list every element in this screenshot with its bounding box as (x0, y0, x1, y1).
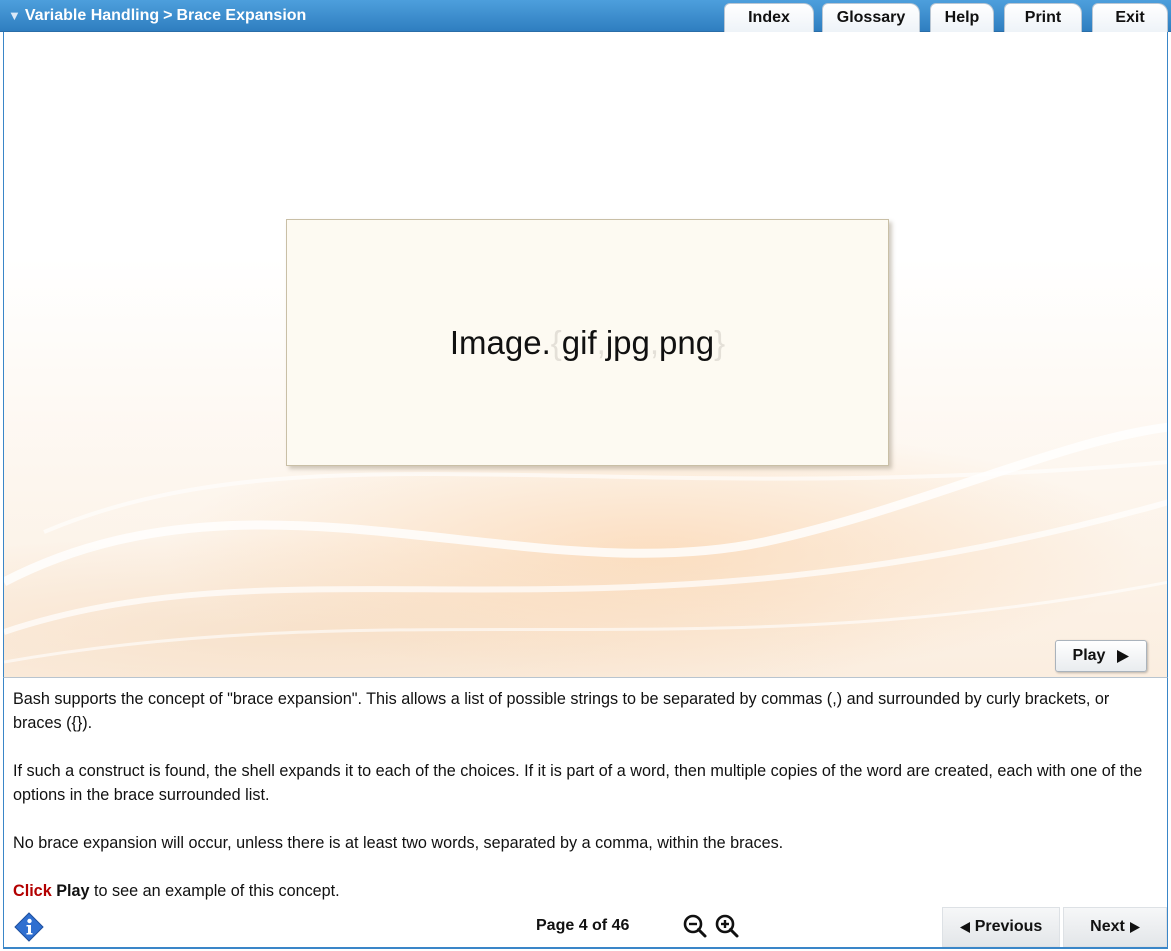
play-button[interactable]: Play (1055, 640, 1147, 672)
brace-close: } (714, 323, 726, 361)
play-button-label: Play (1072, 647, 1106, 664)
breadcrumb-page: Brace Expansion (176, 7, 307, 24)
breadcrumb-section: Variable Handling (24, 7, 160, 24)
tab-glossary[interactable]: Glossary (822, 3, 920, 32)
tab-glossary-label: Glossary (836, 9, 906, 26)
top-bar: ▼ Variable Handling > Brace Expansion In… (0, 0, 1171, 32)
previous-arrow-icon (959, 921, 970, 933)
tab-exit[interactable]: Exit (1092, 3, 1168, 32)
tab-index-label: Index (748, 9, 790, 26)
info-icon[interactable] (14, 912, 44, 942)
previous-button[interactable]: Previous (942, 907, 1060, 947)
paragraph-1: Bash supports the concept of "brace expa… (13, 690, 1110, 732)
breadcrumb-separator: > (163, 7, 173, 24)
play-word: Play (56, 882, 90, 900)
example-option-png: png (659, 323, 715, 361)
brace-open: { (550, 323, 562, 361)
click-word: Click (13, 882, 52, 900)
previous-label: Previous (974, 918, 1043, 935)
brace-expansion-example: Image.{gif,jpg,png} (450, 324, 725, 362)
zoom-out-icon[interactable] (682, 913, 708, 939)
example-option-jpg: jpg (605, 323, 650, 361)
tab-help-label: Help (944, 9, 980, 26)
description-text-panel: Bash supports the concept of "brace expa… (3, 677, 1168, 905)
animation-stage: Image.{gif,jpg,png} Play (3, 32, 1168, 677)
paragraph-2: If such a construct is found, the shell … (13, 762, 1143, 804)
collapse-triangle-icon[interactable]: ▼ (8, 6, 21, 26)
example-prefix: Image. (449, 323, 551, 361)
tab-print[interactable]: Print (1004, 3, 1082, 32)
page-indicator: Page 4 of 46 (536, 917, 630, 934)
next-button[interactable]: Next (1063, 907, 1167, 947)
tab-print-label: Print (1024, 9, 1062, 26)
breadcrumb: ▼ Variable Handling > Brace Expansion (8, 6, 306, 26)
play-triangle-icon (1117, 649, 1130, 663)
example-comma-2: , (649, 323, 660, 361)
tab-help[interactable]: Help (930, 3, 994, 32)
example-option-gif: gif (561, 323, 597, 361)
example-card: Image.{gif,jpg,png} (286, 219, 889, 466)
example-comma-1: , (596, 323, 606, 361)
zoom-in-icon[interactable] (714, 913, 740, 939)
paragraph-4-rest: to see an example of this concept. (89, 882, 340, 900)
paragraph-4: Click Play to see an example of this con… (13, 879, 1158, 903)
tab-exit-label: Exit (1115, 9, 1145, 26)
paragraph-3: No brace expansion will occur, unless th… (13, 834, 784, 852)
tab-index[interactable]: Index (724, 3, 814, 32)
bottom-bar: Page 4 of 46 Previous Next (3, 905, 1168, 949)
next-arrow-icon (1129, 921, 1140, 933)
next-label: Next (1090, 918, 1125, 935)
